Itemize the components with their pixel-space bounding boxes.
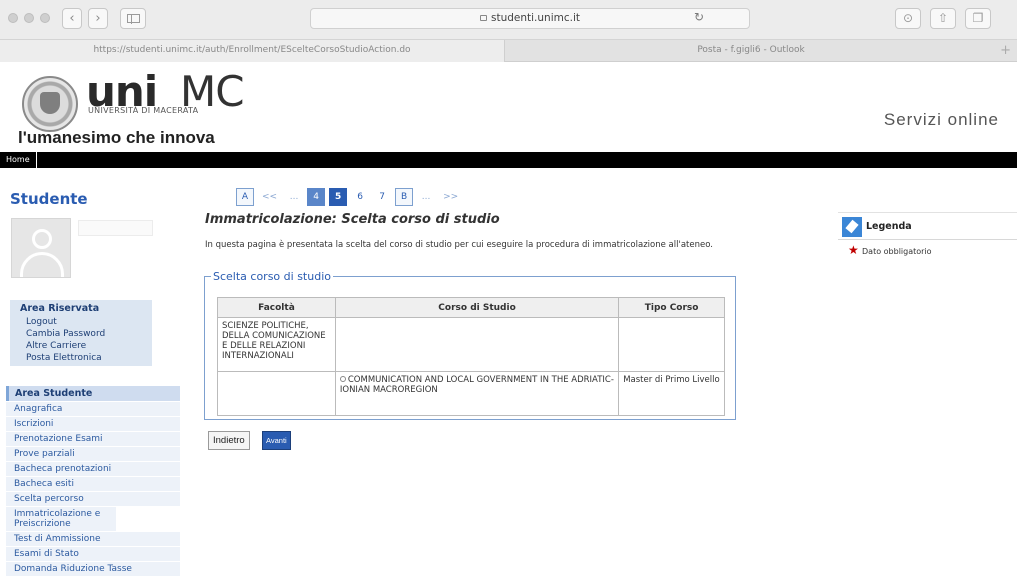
logout-link[interactable]: Logout [12,316,152,328]
type-cell [618,317,725,372]
fieldset-legend: Scelta corso di studio [213,270,331,283]
next-button[interactable]: Avanti [262,431,291,450]
sidebar-item-bacheca-prenotazioni[interactable]: Bacheca prenotazioni [6,461,180,476]
sidebar-icon[interactable] [120,8,146,29]
back-icon[interactable]: ‹ [62,8,82,29]
sidebar-item-immatricolazione[interactable]: Immatricolazione e Preiscrizione [6,506,116,531]
top-navigation-bar: Home [0,152,1017,168]
sidebar-item-bacheca-esiti[interactable]: Bacheca esiti [6,476,180,491]
column-header-tipo: Tipo Corso [618,297,725,318]
avatar-body-icon [20,252,64,277]
reserved-area-header: Area Riservata [20,303,100,314]
sidebar-item-esami-stato[interactable]: Esami di Stato [6,546,180,561]
services-label: Servizi online [883,110,999,129]
course-option[interactable]: COMMUNICATION AND LOCAL GOVERNMENT IN TH… [334,371,620,416]
student-name-box [78,220,153,236]
table-row: SCIENZE POLITICHE, DELLA COMUNICAZIONE E… [217,317,725,372]
tab-title: Posta - f.gigli6 - Outlook [697,45,805,55]
sidebar-item-test-ammissione[interactable]: Test di Ammissione [6,531,180,546]
tab-outlook[interactable]: Posta - f.gigli6 - Outlook [506,40,996,62]
download-icon[interactable]: ⊙ [895,8,921,29]
pager-step-5-current: 5 [329,188,348,206]
pager-step-7: 7 [379,192,385,202]
sidebar-item-prove-parziali[interactable]: Prove parziali [6,446,180,461]
column-header-facolta: Facoltà [217,297,336,318]
share-icon[interactable]: ⇧ [930,8,956,29]
brand-slogan: l'umanesimo che innova [18,128,215,147]
reserved-area-menu: Area Riservata Logout Cambia Password Al… [10,300,152,366]
sidebar-item-scelta-percorso[interactable]: Scelta percorso [6,491,180,506]
course-radio-button[interactable] [339,376,346,382]
address-url: studenti.unimc.it [491,12,580,24]
lock-icon [480,15,487,21]
pager-first[interactable]: << [258,188,281,206]
sidebar-item-iscrizioni[interactable]: Iscrizioni [6,416,180,431]
maximize-window-icon[interactable] [40,13,50,23]
pager-step-a[interactable]: A [236,188,254,206]
pager-step-6: 6 [357,192,363,202]
faculty-cell: SCIENZE POLITICHE, DELLA COMUNICAZIONE E… [217,317,336,372]
intro-text: In questa pagina è presentata la scelta … [205,240,713,250]
student-area-menu: Area Studente Anagrafica Iscrizioni Pren… [6,386,180,576]
course-selection-fieldset: Scelta corso di studio Facoltà Corso di … [204,270,736,420]
email-link[interactable]: Posta Elettronica [12,352,152,366]
other-careers-link[interactable]: Altre Carriere [12,340,152,352]
change-password-link[interactable]: Cambia Password [12,328,152,340]
faculty-cell [217,371,336,416]
university-seal-logo [22,76,78,132]
sidebar-item-anagrafica[interactable]: Anagrafica [6,401,180,416]
sidebar-item-riduzione-tasse[interactable]: Domanda Riduzione Tasse [6,561,180,576]
pager-ellipsis: ... [289,192,299,202]
student-area-header[interactable]: Area Studente [6,386,180,401]
legend-title: Legenda [866,221,912,232]
browser-titlebar: ‹ › studenti.unimc.it ↻ ⊙ ⇧ ❐ [0,0,1017,40]
table-header-row: Facoltà Corso di Studio Tipo Corso [217,297,725,318]
pager-ellipsis: ... [421,192,431,202]
tabs-icon[interactable]: ❐ [965,8,991,29]
home-link[interactable]: Home [0,152,37,168]
tab-strip: https://studenti.unimc.it/auth/Enrollmen… [0,40,1017,62]
avatar-head-icon [32,229,52,249]
legend-panel: Legenda ★ Dato obbligatorio [838,212,1017,268]
pager-step-b[interactable]: B [395,188,414,206]
column-header-corso: Corso di Studio [334,297,620,318]
required-field-note: Dato obbligatorio [862,247,932,256]
tab-enrollment[interactable]: https://studenti.unimc.it/auth/Enrollmen… [0,40,505,62]
address-bar[interactable]: studenti.unimc.it [310,8,750,29]
forward-icon[interactable]: › [88,8,108,29]
course-cell [334,317,620,372]
reload-icon[interactable]: ↻ [694,8,714,27]
course-name: COMMUNICATION AND LOCAL GOVERNMENT IN TH… [339,375,614,395]
table-row: COMMUNICATION AND LOCAL GOVERNMENT IN TH… [217,371,725,416]
pin-icon [842,217,862,237]
minimize-window-icon[interactable] [24,13,34,23]
tab-title: https://studenti.unimc.it/auth/Enrollmen… [93,45,411,55]
new-tab-icon[interactable]: + [1000,40,1011,61]
sidebar-title: Studente [10,190,88,208]
close-window-icon[interactable] [8,13,18,23]
page-title: Immatricolazione: Scelta corso di studio [205,212,500,227]
required-star-icon: ★ [848,243,859,257]
type-cell: Master di Primo Livello [618,371,725,416]
pager-last[interactable]: >> [439,188,462,206]
wizard-pager: A << ... 4 5 6 7 B ... >> [236,188,462,206]
sidebar-item-prenotazione-esami[interactable]: Prenotazione Esami [6,431,180,446]
brand-subtitle: UNIVERSITÀ DI MACERATA [88,106,199,115]
pager-step-4[interactable]: 4 [307,188,326,206]
avatar [11,218,71,278]
back-button[interactable]: Indietro [208,431,250,450]
course-table: Facoltà Corso di Studio Tipo Corso SCIEN… [217,297,725,416]
legend-divider [838,239,1017,240]
